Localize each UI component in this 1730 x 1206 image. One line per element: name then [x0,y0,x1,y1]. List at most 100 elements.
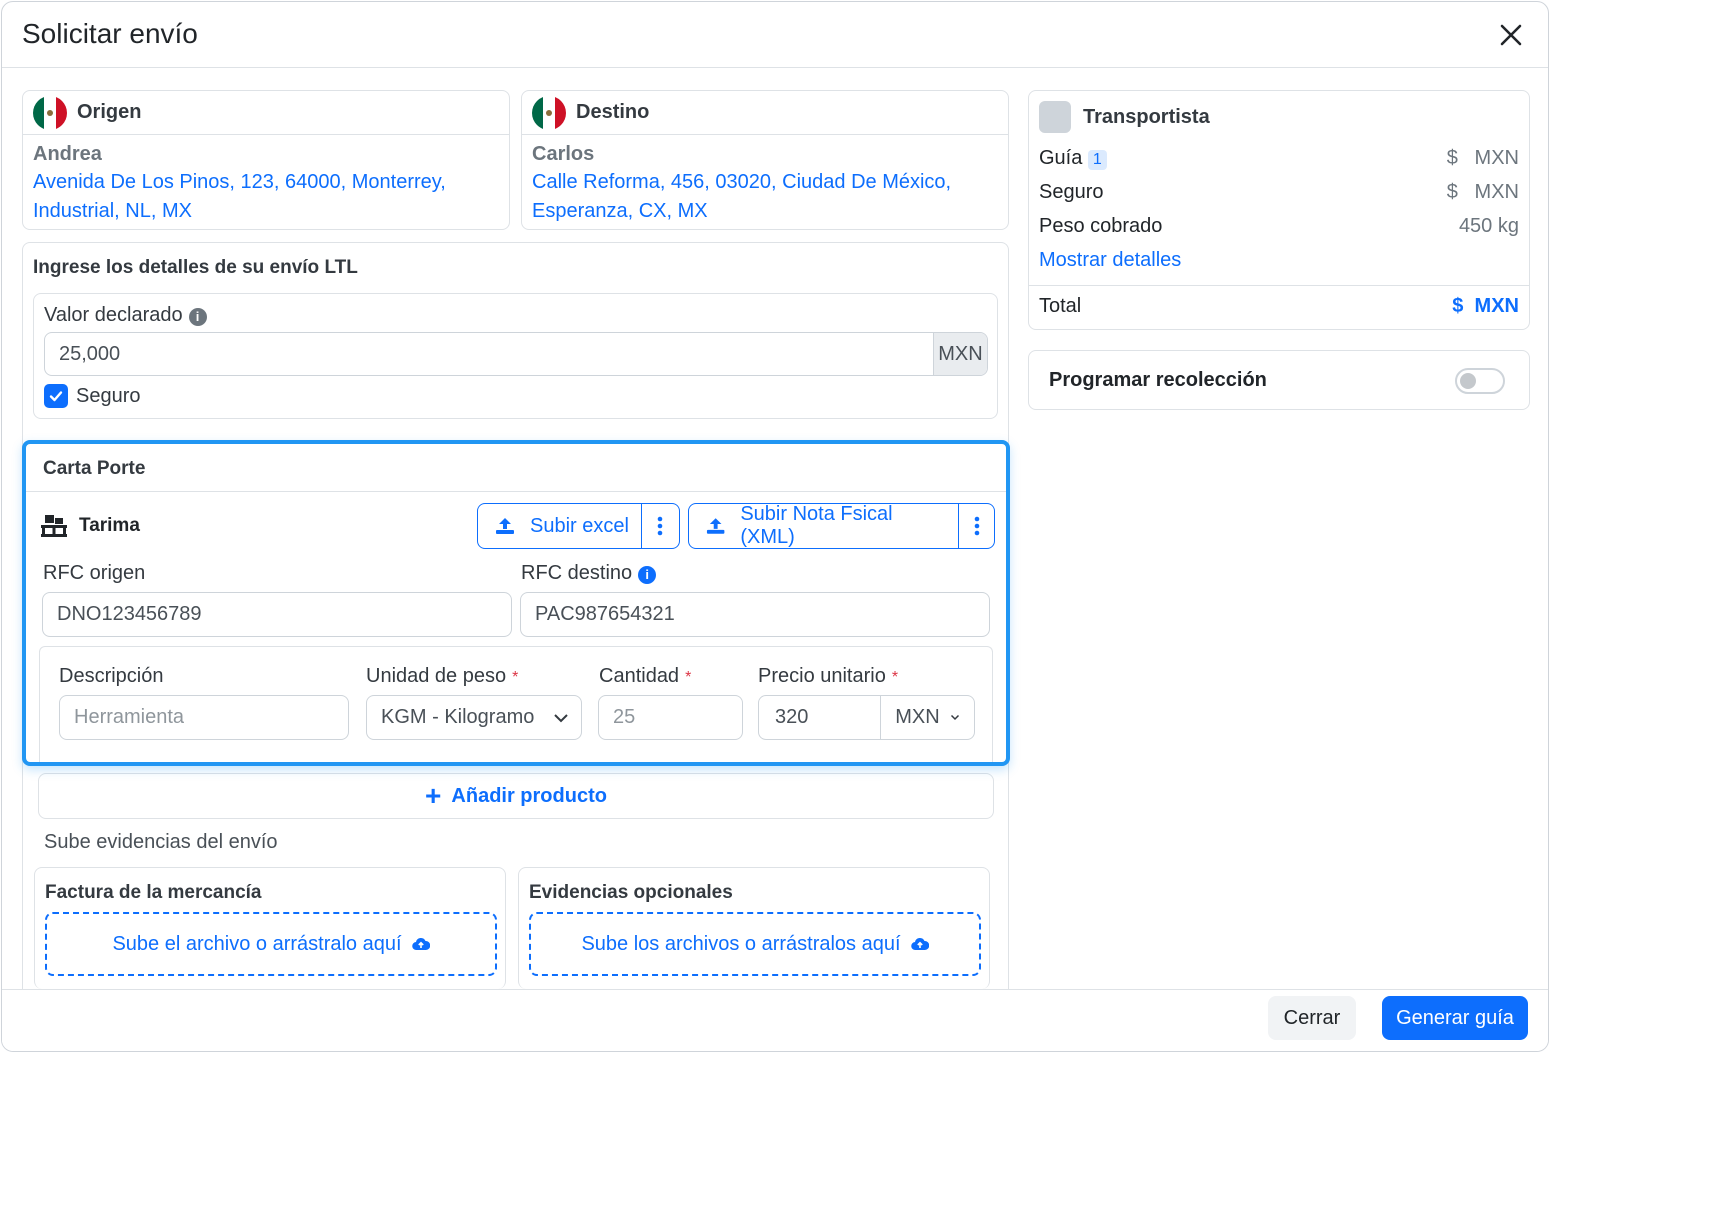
close-button[interactable]: Cerrar [1268,996,1356,1040]
mexico-flag-icon [33,95,67,130]
insurance-checkbox[interactable] [44,384,68,408]
destination-address-line1[interactable]: Calle Reforma, 456, 03020, Ciudad De Méx… [532,168,998,197]
total-currency: MXN [1474,295,1519,317]
info-icon[interactable]: i [638,565,657,584]
chevron-down-icon [950,714,959,721]
destination-header: Destino [522,91,1008,135]
carrier-insurance-label: Seguro [1039,181,1104,203]
insurance-value-currency: MXN [1474,181,1519,203]
rfc-origin-label: RFC origen [43,562,146,584]
rfc-dest-label: RFC destino [521,562,633,584]
rfc-origin-input[interactable]: DNO123456789 [42,592,512,637]
unit-price-label-row: Precio unitario * [758,665,898,688]
insurance-label: Seguro [76,384,141,407]
carrier-card: Transportista Guía 1 $ MXN Seguro $ MXN … [1028,90,1530,330]
origin-label: Origen [77,101,142,123]
upload-icon [706,518,725,534]
carrier-insurance-row: Seguro $ MXN [1039,181,1519,204]
quantity-label: Cantidad [599,665,680,687]
carrier-logo [1039,101,1071,133]
close-icon[interactable] [1496,20,1526,50]
schedule-pickup-label: Programar recolección [1049,369,1267,391]
declared-value-label-row: Valor declarado i [44,304,207,327]
show-details-link[interactable]: Mostrar detalles [1039,249,1181,272]
plus-icon: + [425,780,442,811]
upload-excel-button[interactable]: Subir excel [477,503,680,549]
cloud-upload-icon [411,937,430,951]
guide-value-currency: MXN [1474,147,1519,169]
chevron-down-icon [554,713,568,722]
cloud-upload-icon [910,937,929,951]
declared-value-label: Valor declarado [44,304,183,326]
origin-address-line1[interactable]: Avenida De Los Pinos, 123, 64000, Monter… [33,168,499,197]
rfc-dest-input[interactable]: PAC987654321 [520,592,990,637]
product-row: Descripción Herramienta Unidad de peso * … [39,646,993,762]
price-currency-value: MXN [895,706,940,728]
evidence-title: Sube evidencias del envío [44,831,278,853]
ship-request-modal: Solicitar envío Origen Andrea Avenida De… [1,1,1549,1052]
origin-name: Andrea [33,143,102,165]
carta-porte-header: Carta Porte [26,444,1006,492]
optional-evidence-title: Evidencias opcionales [529,882,733,903]
quantity-input[interactable]: 25 [598,695,743,740]
modal-header: Solicitar envío [2,2,1548,68]
invoice-dropzone[interactable]: Sube el archivo o arrástralo aquí [45,912,497,976]
unit-price-input[interactable]: 320 [759,696,880,739]
declared-value-input[interactable]: 25,000 MXN [44,332,988,376]
weight-unit-value: KGM - Kilogramo [381,706,535,728]
required-mark: * [891,669,899,686]
destination-card: Destino Carlos Calle Reforma, 456, 03020… [521,90,1009,230]
carrier-title: Transportista [1083,105,1210,128]
modal-title: Solicitar envío [22,18,198,49]
origin-header: Origen [23,91,509,135]
upload-xml-label: Subir Nota Fsical (XML) [740,503,893,548]
package-row: Tarima [39,514,140,538]
optional-drop-text: Sube los archivos o arrástralos aquí [581,932,901,955]
insurance-row: Seguro [44,384,141,408]
origin-card: Origen Andrea Avenida De Los Pinos, 123,… [22,90,510,230]
package-label: Tarima [79,515,140,536]
weight-unit-select[interactable]: KGM - Kilogramo [366,695,582,740]
more-options-icon[interactable] [959,504,994,548]
unit-price-label: Precio unitario [758,665,886,687]
destination-name: Carlos [532,143,595,165]
schedule-pickup-card: Programar recolección [1028,350,1530,410]
insurance-value-symbol: $ [1446,181,1458,203]
guide-label: Guía [1039,147,1083,169]
weight-value: 450 kg [1458,215,1519,237]
toggle-knob [1460,373,1476,389]
info-icon[interactable]: i [188,307,207,326]
destination-label: Destino [576,101,650,123]
declared-value: 25,000 [59,342,121,365]
weight-label: Peso cobrado [1039,215,1163,237]
invoice-drop-text: Sube el archivo o arrástralo aquí [112,932,402,955]
upload-xml-button[interactable]: Subir Nota Fsical (XML) [688,503,995,549]
carta-porte-title: Carta Porte [43,458,146,479]
carrier-header: Transportista [1039,101,1210,133]
total-symbol: $ [1452,295,1464,317]
quantity-label-row: Cantidad * [599,665,691,688]
destination-address-line2[interactable]: Esperanza, CX, MX [532,197,998,226]
declared-value-box: Valor declarado i 25,000 MXN Seguro [33,293,998,419]
unit-price-group: 320 MXN [758,695,975,740]
guide-value-symbol: $ [1446,147,1458,169]
price-currency-select[interactable]: MXN [880,696,974,739]
upload-icon [496,518,514,534]
ltl-title: Ingrese los detalles de su envío LTL [33,257,358,278]
description-input[interactable]: Herramienta [59,695,349,740]
optional-evidence-card: Evidencias opcionales Sube los archivos … [518,867,990,989]
origin-address-line2[interactable]: Industrial, NL, MX [33,197,499,226]
guide-badge: 1 [1087,150,1107,170]
rfc-dest-label-row: RFC destino i [521,562,657,585]
invoice-evidence-title: Factura de la mercancía [45,882,262,903]
mexico-flag-icon [532,95,566,130]
guide-row: Guía 1 $ MXN [1039,147,1519,170]
optional-dropzone[interactable]: Sube los archivos o arrástralos aquí [529,912,981,976]
total-label: Total [1039,295,1082,317]
currency-addon: MXN [933,333,987,375]
more-options-icon[interactable] [642,504,678,548]
add-product-button[interactable]: + Añadir producto [38,773,994,819]
schedule-pickup-toggle[interactable] [1455,368,1505,394]
generate-guide-button[interactable]: Generar guía [1382,996,1528,1040]
description-label: Descripción [59,665,164,687]
